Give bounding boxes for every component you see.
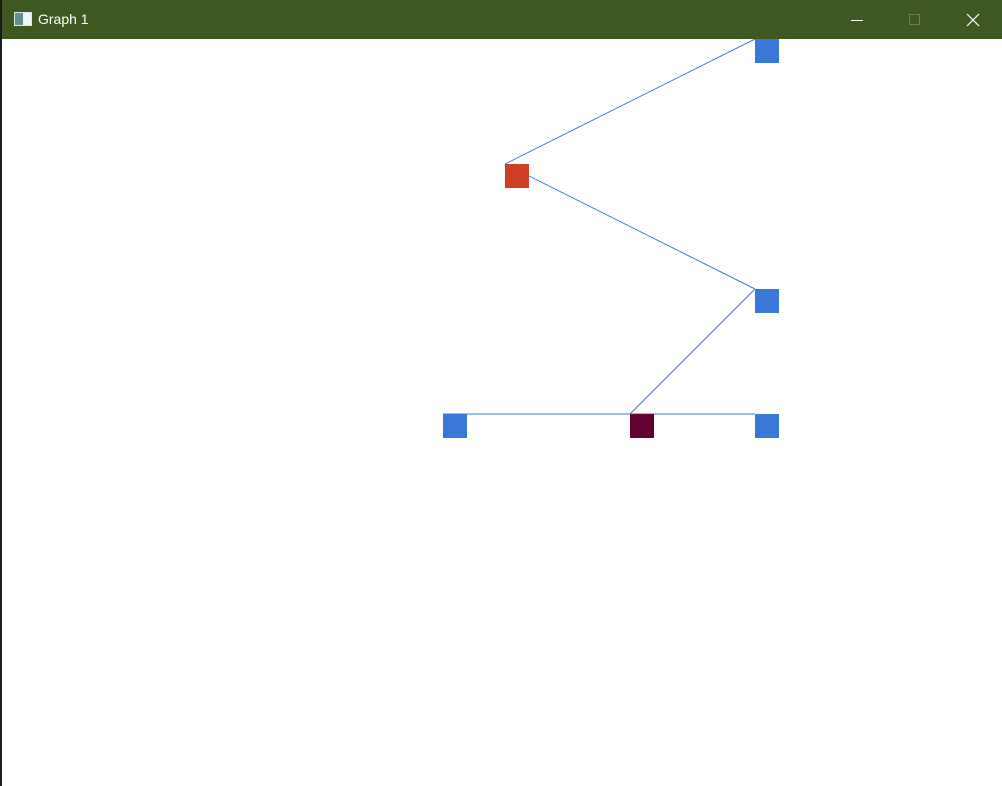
minimize-icon <box>851 19 863 21</box>
close-button[interactable] <box>944 0 1002 39</box>
graph-window: Graph 1 <box>0 0 1002 786</box>
graph-node[interactable] <box>755 289 779 313</box>
graph-node[interactable] <box>630 414 654 438</box>
graph-canvas[interactable] <box>2 39 1002 786</box>
minimize-button[interactable] <box>828 0 886 39</box>
graph-node[interactable] <box>755 39 779 63</box>
window-title: Graph 1 <box>38 11 89 27</box>
maximize-icon <box>909 13 920 25</box>
graph-edge <box>504 163 756 290</box>
graph-node[interactable] <box>443 414 467 438</box>
maximize-button[interactable] <box>886 0 944 39</box>
graph-drawing[interactable] <box>2 39 1002 786</box>
graph-edge <box>629 288 756 415</box>
graph-node[interactable] <box>755 414 779 438</box>
app-window-icon <box>14 12 32 26</box>
title-bar[interactable]: Graph 1 <box>2 0 1002 39</box>
graph-edge <box>504 39 756 165</box>
graph-node[interactable] <box>505 164 529 188</box>
close-icon <box>966 13 980 26</box>
